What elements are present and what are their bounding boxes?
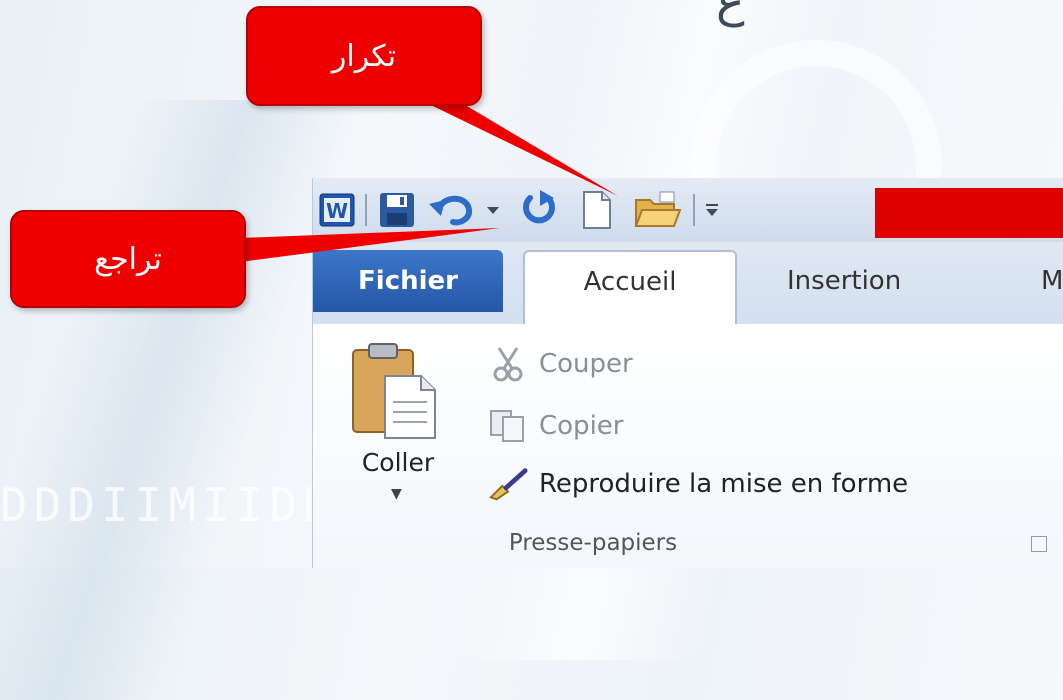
clipboard-group-label: Presse-papiers [508,530,678,556]
toolbar-separator [693,194,695,226]
chevron-down-icon[interactable]: ▼ [391,486,402,502]
ribbon-clipboard-group: Coller ▼ Couper Copier Reproduire la mis… [313,324,1063,568]
new-document-icon[interactable] [575,188,619,232]
background-watermark: DDDIIMIIDD [0,478,337,532]
save-icon[interactable] [375,188,419,232]
ribbon-tabs: Fichier Accueil Insertion M [313,242,1063,326]
brush-icon [487,464,529,504]
customize-qat-icon[interactable] [701,188,723,232]
undo-callout: تراجع [10,210,246,308]
quick-access-toolbar: W [313,178,1063,243]
toolbar-separator [365,194,367,226]
tab-home[interactable]: Accueil [523,250,737,326]
copy-button[interactable]: Copier [487,404,623,448]
background-stripe [0,100,358,700]
open-folder-icon[interactable] [631,188,685,232]
paste-button[interactable]: Coller ▼ [343,340,453,520]
paste-label: Coller [361,448,435,477]
undo-button[interactable] [425,188,479,232]
undo-icon [427,188,477,232]
tab-partial[interactable]: M [1041,250,1063,312]
tab-insert[interactable]: Insertion [787,250,901,312]
title-bar-redaction [875,188,1063,238]
word-logo-icon[interactable]: W [317,188,357,232]
background-text: ع [716,0,745,28]
word-window: W Fichier Accueil Insertion M Coller ▼ C… [312,178,1063,568]
copy-icon [487,406,529,446]
redo-icon [518,188,558,232]
scissors-icon [487,344,529,384]
tab-file[interactable]: Fichier [313,250,503,312]
format-painter-button[interactable]: Reproduire la mise en forme [487,462,908,506]
cut-button[interactable]: Couper [487,342,633,386]
redo-callout: تكرار [246,6,482,106]
dialog-launcher-icon[interactable] [1031,536,1047,552]
svg-text:W: W [326,199,348,223]
undo-dropdown-icon[interactable] [483,188,503,232]
format-painter-label: Reproduire la mise en forme [539,469,909,499]
redo-button[interactable] [513,188,563,232]
cut-label: Couper [539,349,633,379]
copy-label: Copier [539,411,624,441]
